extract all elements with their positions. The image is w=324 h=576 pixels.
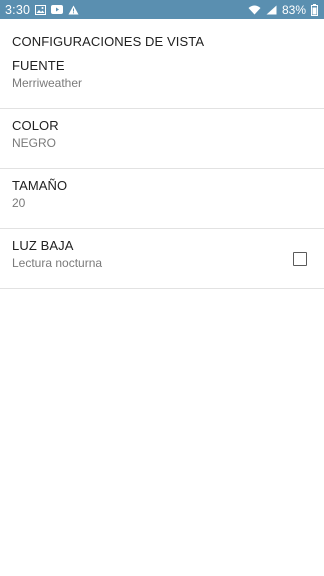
setting-title: LUZ BAJA [12,238,74,253]
page-title: CONFIGURACIONES DE VISTA [12,34,205,49]
setting-summary: NEGRO [12,136,57,150]
low-light-checkbox[interactable] [293,252,307,266]
setting-summary: 20 [12,196,26,210]
wifi-icon [248,5,261,15]
status-bar-left: 3:30 [5,3,79,17]
status-time: 3:30 [5,2,31,17]
image-icon [35,4,47,15]
setting-size[interactable]: TAMAÑO 20 [0,169,324,229]
signal-icon [266,5,277,15]
battery-percent: 83% [281,2,306,17]
settings-list: FUENTE Merriweather COLOR NEGRO TAMAÑO 2… [0,55,324,289]
battery-icon [311,3,318,16]
setting-summary: Merriweather [12,76,83,90]
setting-color[interactable]: COLOR NEGRO [0,109,324,169]
status-bar-right: 83% [248,3,318,17]
warning-icon [68,5,79,15]
youtube-icon [51,5,64,14]
setting-title: FUENTE [12,58,65,73]
status-bar: 3:30 83% [0,0,324,19]
setting-title: TAMAÑO [12,178,68,193]
setting-font[interactable]: FUENTE Merriweather [0,55,324,109]
setting-low-light[interactable]: LUZ BAJA Lectura nocturna [0,229,324,289]
setting-summary: Lectura nocturna [12,256,103,270]
setting-title: COLOR [12,118,59,133]
